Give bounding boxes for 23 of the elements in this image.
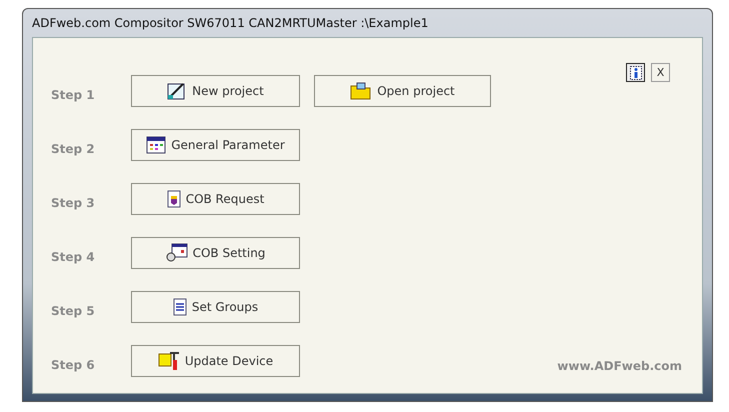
step-label: Step 4 (51, 249, 96, 264)
step-button[interactable]: New project (131, 75, 300, 107)
document-lines-icon (172, 298, 187, 316)
new-document-icon (167, 82, 188, 100)
step-button[interactable]: Set Groups (131, 291, 300, 323)
step-button[interactable]: COB Request (131, 183, 300, 215)
info-icon (630, 66, 642, 80)
step-label: Step 2 (51, 141, 96, 156)
window-grid-icon (146, 136, 166, 154)
step-label: Step 6 (51, 357, 96, 372)
step-button[interactable]: COB Setting (131, 237, 300, 269)
step-button[interactable]: Update Device (131, 345, 300, 377)
step-button[interactable]: General Parameter (131, 129, 300, 161)
document-icon (166, 190, 181, 208)
info-button[interactable] (626, 63, 645, 82)
folder-tools-icon (158, 351, 180, 371)
folder-icon (350, 82, 372, 100)
step-label: Step 5 (51, 303, 96, 318)
step-label: Step 3 (51, 195, 96, 210)
step-label: Step 1 (51, 87, 96, 102)
step-button[interactable]: Open project (314, 75, 491, 107)
window-title: ADFweb.com Compositor SW67011 CAN2MRTUMaster :\Example1 (32, 16, 428, 30)
close-button[interactable]: X (651, 63, 670, 82)
